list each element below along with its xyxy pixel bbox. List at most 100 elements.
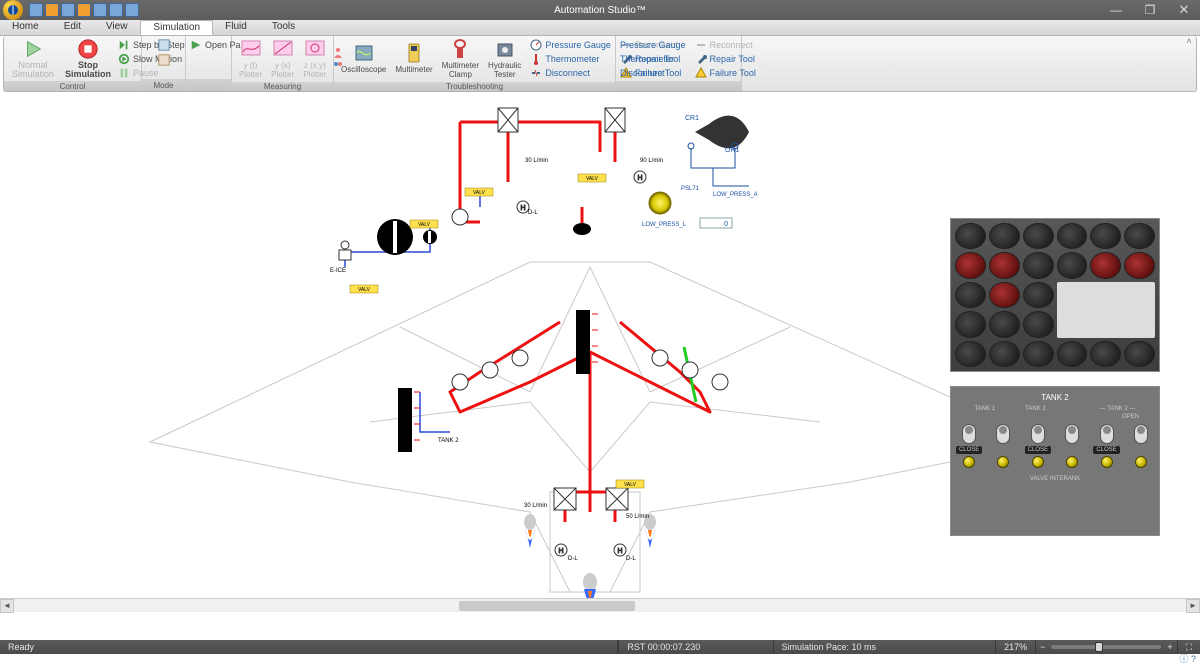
tab-simulation[interactable]: Simulation [140, 20, 213, 35]
horizontal-scrollbar[interactable]: ◄ ► [0, 598, 1200, 612]
status-simpace: Simulation Pace: 10 ms [774, 640, 997, 654]
failure-icon [695, 67, 707, 79]
toggle-switch[interactable] [1100, 424, 1114, 444]
reconnect-button-2[interactable]: Reconnect [695, 38, 756, 51]
bottom-label: VALVE INTERANK [1030, 476, 1080, 482]
indicator-led [963, 456, 975, 468]
svg-text:H: H [617, 548, 622, 555]
app-orb-button[interactable] [3, 0, 23, 20]
close-button[interactable]: ✕ [1172, 2, 1196, 18]
failure-tool-button-2[interactable]: Failure Tool [695, 66, 756, 79]
toggle-switch[interactable] [1065, 424, 1079, 444]
thermometer-button-2[interactable]: Thermometer [620, 52, 686, 65]
multimeter-icon [404, 42, 424, 66]
toggle-switch[interactable] [962, 424, 976, 444]
thermometer-label: Thermometer [545, 54, 599, 64]
multimeter-button[interactable]: Multimeter [392, 42, 435, 75]
switch-label: CLOSE [1093, 446, 1119, 454]
qat-button[interactable] [45, 3, 59, 17]
toggle-switch[interactable] [1031, 424, 1045, 444]
svg-text:H: H [637, 175, 642, 182]
zoom-slider[interactable] [1051, 645, 1161, 649]
repair-tool-button-2[interactable]: Repair Tool [695, 52, 756, 65]
tab-fluid[interactable]: Fluid [213, 20, 260, 35]
disconnect-button-2[interactable]: Disconnect [620, 66, 686, 79]
yx-plotter-button[interactable]: y (x) Plotter [268, 38, 297, 80]
plot-label: y (t) Plotter [239, 62, 262, 80]
maximize-button[interactable]: ❐ [1138, 3, 1162, 17]
mode-button-1[interactable] [158, 38, 170, 51]
low-press-a-label: LOW_PRESS_A [713, 192, 758, 198]
group-label [616, 81, 741, 91]
oscilloscope-icon [354, 42, 374, 66]
dl-label-2: D-L [568, 556, 578, 562]
mode-button-2[interactable] [158, 53, 170, 66]
qat-button[interactable] [77, 3, 91, 17]
zoom-in-button[interactable]: + [1167, 642, 1172, 652]
ribbon-collapse-button[interactable]: ˄ [1182, 36, 1196, 91]
qat-button[interactable] [93, 3, 107, 17]
normal-simulation-button[interactable]: Normal Simulation [8, 38, 58, 79]
thermometer-icon [530, 53, 542, 65]
thirty-lmin2-label: 30 L/min [524, 503, 547, 509]
ribbon-group-panel: Open Pa [186, 36, 232, 91]
multimeter-clamp-button[interactable]: Multimeter Clamp [439, 38, 482, 80]
qat-button[interactable] [109, 3, 123, 17]
scroll-track[interactable] [14, 599, 1186, 613]
hydraulic-tester-button[interactable]: Hydraulic Tester [485, 38, 524, 80]
toggle-switch[interactable] [1134, 424, 1148, 444]
status-ready: Ready [0, 640, 618, 654]
sub-label: TANK 1 [975, 406, 996, 412]
workspace: CR1 OR1 PSL71 LOW_PRESS_A LOW_PRESS_L 0 [0, 92, 1200, 626]
scroll-left-button[interactable]: ◄ [0, 599, 14, 613]
sub-label: TANK 2 [1107, 406, 1128, 412]
plot-label: z (x,y) Plotter [303, 62, 326, 80]
oscilloscope-button[interactable]: Oscilloscope [338, 42, 389, 75]
plot-icon [241, 38, 261, 62]
psl71-label: PSL71 [681, 186, 700, 192]
stop-simulation-button[interactable]: Stop Simulation [61, 38, 115, 79]
qat-button[interactable] [29, 3, 43, 17]
tab-view[interactable]: View [94, 20, 141, 35]
clamp-label: Multimeter Clamp [442, 62, 479, 80]
tab-edit[interactable]: Edit [52, 20, 94, 35]
ribbon-group-measuring: y (t) Plotter y (x) Plotter z (x,y) Plot… [232, 36, 334, 91]
group-label: Measuring [232, 82, 333, 91]
stop-simulation-label: Stop Simulation [65, 61, 111, 79]
group-label: Mode [142, 79, 185, 91]
zoom-out-button[interactable]: − [1040, 642, 1045, 652]
stop-icon [77, 38, 99, 60]
switch-panel-header: TANK 2 [1041, 393, 1068, 402]
qat-button[interactable] [61, 3, 75, 17]
tester-icon [495, 38, 515, 62]
plot-label: y (x) Plotter [271, 62, 294, 80]
cr1-label: CR1 [685, 115, 699, 122]
minimize-button[interactable]: — [1104, 3, 1128, 17]
tab-tools[interactable]: Tools [260, 20, 308, 35]
disconnect-button[interactable]: Disconnect [530, 66, 611, 79]
status-rst: RST 00:00:07.230 [618, 640, 773, 654]
ribbon-group-troubleshooting-2: Pressure Gauge Thermometer Disconnect Re… [616, 36, 742, 91]
scroll-thumb[interactable] [459, 601, 635, 611]
tester-label: Hydraulic Tester [488, 62, 521, 80]
failure-label: Failure Tool [710, 68, 756, 78]
indicator-led [1101, 456, 1113, 468]
pressure-gauge-button-2[interactable]: Pressure Gauge [620, 38, 686, 51]
switch-label: CLOSE [956, 446, 982, 454]
y-plotter-button[interactable]: y (t) Plotter [236, 38, 265, 80]
pressure-gauge-button[interactable]: Pressure Gauge [530, 38, 611, 51]
thermometer-button[interactable]: Thermometer [530, 52, 611, 65]
disconnect-icon [530, 67, 542, 79]
low-press-l-label: LOW_PRESS_L [642, 222, 687, 228]
qat-button[interactable] [125, 3, 139, 17]
svg-text:H: H [520, 205, 525, 212]
z-plotter-button[interactable]: z (x,y) Plotter [300, 38, 329, 80]
tab-home[interactable]: Home [0, 20, 52, 35]
toggle-switch[interactable] [996, 424, 1010, 444]
scroll-right-button[interactable]: ► [1186, 599, 1200, 613]
tag: VALV [624, 482, 637, 488]
sub-label: TANK 2 [1025, 406, 1046, 412]
status-bar: Ready RST 00:00:07.230 Simulation Pace: … [0, 640, 1200, 654]
switch-panel: TANK 2 TANK 1 TANK 2 — TANK 2 — OPEN CLO… [950, 386, 1160, 536]
ninety-lmin-label: 90 L/min [640, 158, 663, 164]
